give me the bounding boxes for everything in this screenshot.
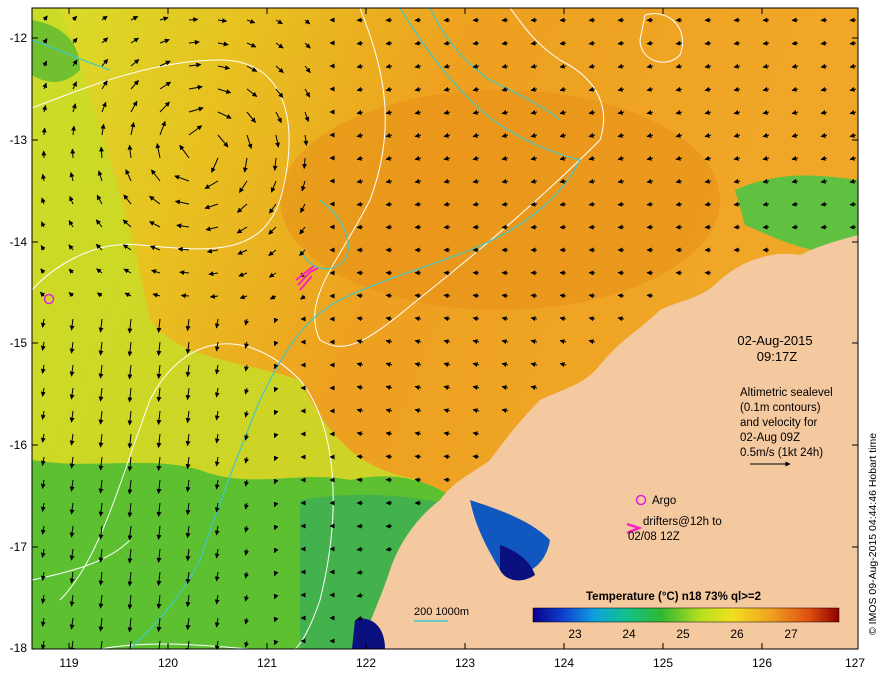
lat-tick-label: -14: [10, 235, 28, 249]
colorbar: [532, 607, 840, 623]
argo-legend-label: Argo: [652, 495, 676, 507]
altimetry-line: Altimetric sealevel: [740, 387, 833, 399]
colorbar-tick: 23: [568, 627, 582, 641]
altimetry-line: 02-Aug 09Z: [740, 432, 800, 444]
lat-tick-label: -16: [10, 438, 28, 452]
colorbar-tick: 26: [730, 627, 744, 641]
sst-map: 119 120 121 122 123 124 125 126 127 -12 …: [10, 7, 879, 670]
credit-label: © IMOS 09-Aug-2015 04:44:46 Hobart time: [867, 433, 879, 635]
drifter-legend-line2: 02/08 12Z: [628, 531, 680, 543]
lon-tick-label: 119: [59, 656, 78, 670]
lon-tick-label: 125: [653, 656, 673, 670]
isobath-legend-label: 200 1000m: [414, 606, 469, 618]
date-label: 02-Aug-2015: [737, 333, 812, 348]
lon-tick-label: 127: [845, 656, 865, 670]
colorbar-tick: 27: [784, 627, 798, 641]
colorbar-title: Temperature (°C) n18 73% ql>=2: [586, 591, 761, 603]
altimetry-line: (0.1m contours): [740, 402, 821, 414]
colorbar-tick: 24: [622, 627, 636, 641]
lon-tick-label: 121: [257, 656, 277, 670]
altimetry-line: 0.5m/s (1kt 24h): [740, 447, 823, 459]
drifter-legend-line1: drifters@12h to: [643, 516, 722, 528]
lat-tick-label: -15: [10, 336, 28, 350]
altimetry-line: and velocity for: [740, 417, 818, 429]
lon-tick-label: 122: [356, 656, 376, 670]
lon-tick-label: 123: [455, 656, 475, 670]
lon-tick-label: 126: [752, 656, 772, 670]
lon-tick-label: 120: [158, 656, 178, 670]
lat-tick-label: -17: [10, 540, 28, 554]
lat-tick-label: -13: [10, 133, 28, 147]
sst-warm-core: [280, 90, 720, 310]
lat-tick-label: -18: [10, 641, 28, 655]
lon-tick-label: 124: [554, 656, 574, 670]
lat-tick-label: -12: [10, 31, 28, 45]
time-label: 09:17Z: [757, 349, 798, 364]
colorbar-tick: 25: [676, 627, 690, 641]
